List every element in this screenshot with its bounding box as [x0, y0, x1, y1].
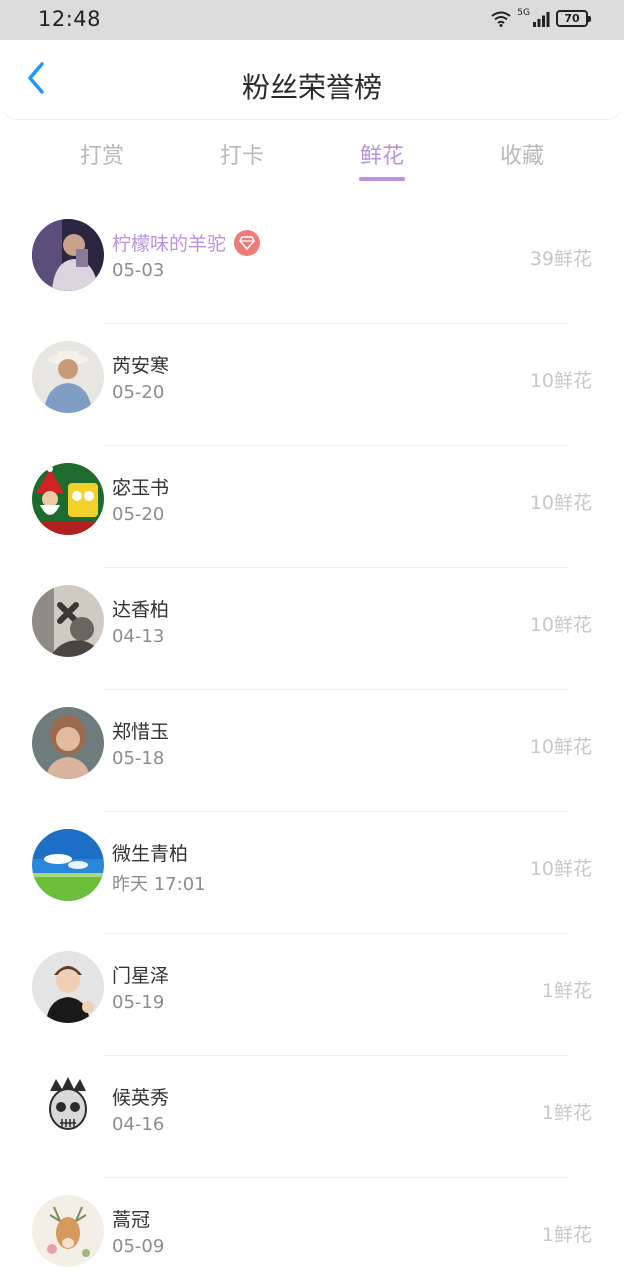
- tab-favorites[interactable]: 收藏: [462, 138, 582, 170]
- flower-count: 10鲜花: [529, 858, 592, 880]
- avatar[interactable]: [32, 707, 104, 779]
- fan-name: 芮安寒: [112, 355, 170, 377]
- flower-count: 39鲜花: [529, 248, 592, 270]
- fan-row[interactable]: 蒿冠 05-09 1鲜花: [0, 1178, 624, 1280]
- fan-row[interactable]: 芮安寒 05-20 10鲜花: [0, 324, 624, 446]
- fan-name: 蒿冠: [112, 1209, 151, 1231]
- avatar[interactable]: [32, 1073, 104, 1145]
- fan-name: 宓玉书: [112, 477, 170, 499]
- flower-count: 1鲜花: [541, 1102, 592, 1124]
- fan-row[interactable]: 郑惜玉 05-18 10鲜花: [0, 690, 624, 812]
- name-line: 微生青柏: [112, 839, 188, 866]
- name-line: 芮安寒: [112, 351, 169, 378]
- avatar[interactable]: [32, 219, 104, 291]
- fan-date: 05-18: [112, 748, 165, 769]
- name-line: 柠檬味的羊驼: [112, 229, 261, 256]
- tab-flowers[interactable]: 鲜花: [322, 138, 442, 170]
- network-type: 5G: [517, 7, 530, 18]
- fan-row[interactable]: 门星泽 05-19 1鲜花: [0, 934, 624, 1056]
- avatar[interactable]: [32, 463, 104, 535]
- fan-name: 候英秀: [112, 1087, 170, 1109]
- fan-name: 门星泽: [112, 965, 170, 987]
- fan-date: 05-19: [112, 992, 165, 1013]
- name-line: 蒿冠: [112, 1205, 150, 1232]
- fan-row[interactable]: 宓玉书 05-20 10鲜花: [0, 446, 624, 568]
- flower-count: 10鲜花: [529, 492, 592, 514]
- name-line: 门星泽: [112, 961, 169, 988]
- fan-name: 达香柏: [112, 599, 170, 621]
- fan-date: 04-16: [112, 1114, 165, 1135]
- wifi-icon: [491, 11, 511, 27]
- battery-level: 70: [564, 12, 580, 25]
- name-line: 宓玉书: [112, 473, 169, 500]
- tab-reward[interactable]: 打赏: [42, 138, 162, 170]
- fan-row[interactable]: 柠檬味的羊驼 05-03 39鲜花: [0, 202, 624, 324]
- fan-date: 05-03: [112, 260, 165, 281]
- tab-bar: 打赏 打卡 鲜花 收藏: [0, 130, 624, 186]
- fan-name: 柠檬味的羊驼: [112, 233, 227, 255]
- flower-count: 1鲜花: [541, 1224, 592, 1246]
- status-bar: 12:48 5G 70: [0, 0, 624, 40]
- diamond-icon: [234, 229, 261, 256]
- avatar[interactable]: [32, 1195, 104, 1267]
- avatar[interactable]: [32, 341, 104, 413]
- fan-date: 04-13: [112, 626, 165, 647]
- app-header: 粉丝荣誉榜: [0, 40, 624, 120]
- fan-date: 05-09: [112, 1236, 165, 1257]
- tab-checkin[interactable]: 打卡: [182, 138, 302, 170]
- tab-active-indicator: [359, 177, 405, 181]
- fan-row[interactable]: 微生青柏 昨天 17:01 10鲜花: [0, 812, 624, 934]
- page-title: 粉丝荣誉榜: [241, 71, 382, 104]
- battery-icon: 70: [556, 10, 591, 27]
- flower-count: 10鲜花: [529, 370, 592, 392]
- name-line: 达香柏: [112, 595, 169, 622]
- fan-name: 郑惜玉: [112, 721, 170, 743]
- fan-date: 05-20: [112, 382, 165, 403]
- status-icons: 5G 70: [491, 7, 591, 27]
- fan-date: 昨天 17:01: [112, 874, 206, 895]
- signal-icon: [532, 11, 550, 27]
- status-time: 12:48: [38, 7, 102, 31]
- fan-row[interactable]: 达香柏 04-13 10鲜花: [0, 568, 624, 690]
- flower-count: 10鲜花: [529, 614, 592, 636]
- fan-name: 微生青柏: [112, 843, 189, 865]
- name-line: 候英秀: [112, 1083, 169, 1110]
- fan-row[interactable]: 候英秀 04-16 1鲜花: [0, 1056, 624, 1178]
- fan-date: 05-20: [112, 504, 165, 525]
- flower-count: 1鲜花: [541, 980, 592, 1002]
- name-line: 郑惜玉: [112, 717, 169, 744]
- avatar[interactable]: [32, 585, 104, 657]
- avatar[interactable]: [32, 829, 104, 901]
- avatar[interactable]: [32, 951, 104, 1023]
- flower-count: 10鲜花: [529, 736, 592, 758]
